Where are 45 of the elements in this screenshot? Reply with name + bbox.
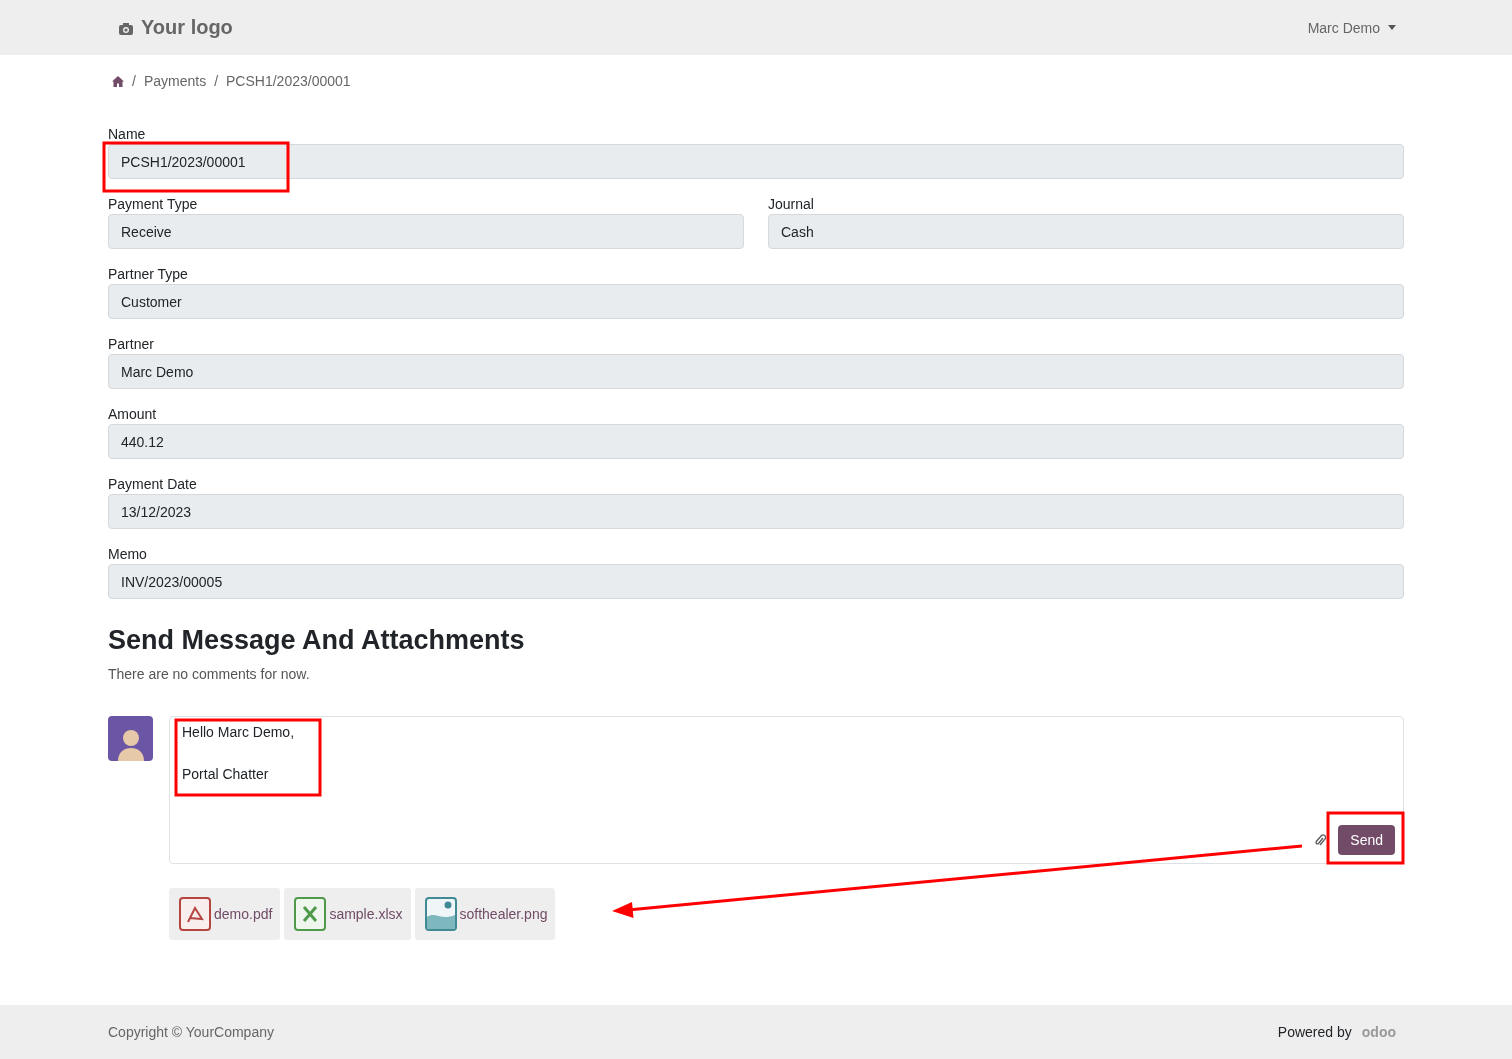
section-title: Send Message And Attachments <box>108 625 526 656</box>
caret-icon <box>1388 25 1396 30</box>
send-button[interactable]: Send <box>1338 825 1395 855</box>
image-file-icon <box>424 897 457 931</box>
input-field[interactable]: PCSH1/2023/00001 <box>108 144 1404 179</box>
spreadsheet-file-icon <box>294 897 327 931</box>
attachment-name: softhealer.png <box>459 906 548 922</box>
input-field[interactable]: Customer <box>108 284 1404 319</box>
attachment-name: sample.xlsx <box>329 906 403 922</box>
field-label: Journal <box>768 195 814 213</box>
input-field[interactable]: 13/12/2023 <box>108 494 1404 529</box>
input-field[interactable]: Marc Demo <box>108 354 1404 389</box>
avatar <box>108 716 153 761</box>
attachment-name: demo.pdf <box>214 906 273 922</box>
home-icon[interactable] <box>112 75 124 87</box>
input-field[interactable]: Cash <box>768 214 1404 249</box>
breadcrumb-separator: / <box>132 73 136 89</box>
breadcrumb-item[interactable]: Payments <box>143 73 207 89</box>
paperclip-icon[interactable] <box>1314 833 1327 847</box>
field-label: Partner <box>108 335 154 353</box>
breadcrumb-separator: / <box>214 73 219 89</box>
copyright: Copyright © YourCompany <box>108 1024 274 1040</box>
attachment[interactable]: softhealer.png <box>414 888 556 940</box>
input-field[interactable]: INV/2023/00005 <box>108 564 1404 599</box>
message-line: Hello Marc Demo, <box>182 723 296 741</box>
field-label: Name <box>108 125 146 143</box>
field-label: Partner Type <box>108 265 188 283</box>
empty-note: There are no comments for now. <box>108 666 311 682</box>
field-label: Payment Date <box>108 475 197 493</box>
input-field[interactable]: Receive <box>108 214 744 249</box>
message-line: Portal Chatter <box>182 765 270 783</box>
logo[interactable]: Your logo <box>108 16 243 39</box>
attachment[interactable]: sample.xlsx <box>284 888 411 940</box>
message-field[interactable]: Hello Marc Demo, Portal Chatter Send <box>169 716 1404 864</box>
logo-text: Your logo <box>141 16 233 39</box>
camera-icon <box>118 20 134 35</box>
input-field[interactable]: 440.12 <box>108 424 1404 459</box>
field-label: Amount <box>108 405 157 423</box>
user-menu[interactable]: Marc Demo <box>1307 19 1396 36</box>
breadcrumb-item: PCSH1/2023/00001 <box>226 73 351 89</box>
powered-by: Powered by <box>1277 1024 1352 1040</box>
field-label: Memo <box>108 545 147 563</box>
attachment[interactable]: demo.pdf <box>169 888 281 940</box>
field-label: Payment Type <box>108 195 198 213</box>
pdf-file-icon <box>179 897 211 931</box>
